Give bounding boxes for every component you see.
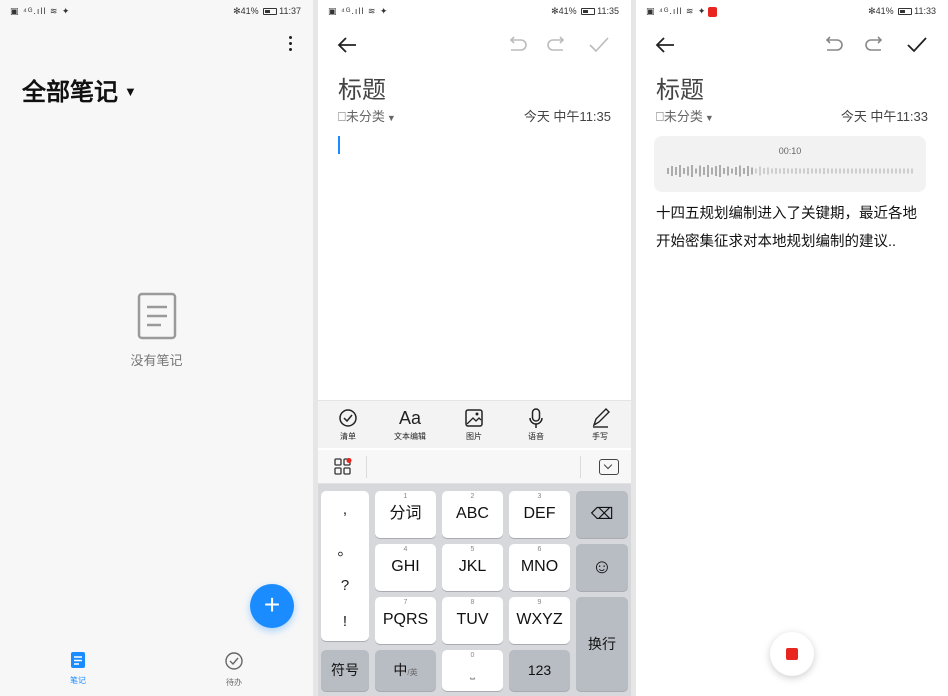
enter-key[interactable]: 换行: [576, 597, 628, 691]
stop-recording-button[interactable]: [770, 632, 814, 676]
note-editor-keyboard-screen: ▣ ⁴ᴳ.ıll ≋ ✦ ✻41% 11:35 标题 ⎕未分类 ▼ 今天 中午11…: [318, 0, 631, 696]
key-1[interactable]: 1 分词: [375, 491, 436, 538]
key-5[interactable]: 5 JKL: [442, 544, 503, 591]
status-bar: ▣ ⁴ᴳ.ıll ≋ ✦ ✻41% 11:35: [318, 0, 631, 24]
tab-todo[interactable]: 待办: [204, 652, 264, 688]
bookmark-icon: ⎕: [338, 109, 346, 124]
punctuation-column[interactable]: , 。 ? !: [321, 491, 369, 641]
notes-list-screen: ▣ ⁴ᴳ.ıll ≋ ✦ ✻41% 11:37 全部笔记 ▼ 没有笔记 + 笔记 …: [0, 0, 313, 696]
divider: [366, 456, 367, 478]
category-selector[interactable]: ⎕未分类 ▼: [656, 106, 714, 125]
redo-icon[interactable]: [546, 36, 568, 54]
backspace-icon: ⌫: [590, 506, 614, 523]
voice-recording-card[interactable]: 00:10: [654, 136, 926, 192]
key-3[interactable]: 3 DEF: [509, 491, 570, 538]
note-voice-recording-screen: ▣ ⁴ᴳ.ıll ≋ ✦ ✻41% 11:33 标题 ⎕未分类 ▼ 今天 中午11…: [636, 0, 948, 696]
status-left-icons: ▣ ⁴ᴳ.ıll ≋ ✦: [328, 6, 389, 16]
key-6[interactable]: 6 MNO: [509, 544, 570, 591]
key-2[interactable]: 2 ABC: [442, 491, 503, 538]
format-checklist[interactable]: 清单: [320, 407, 376, 442]
page-title: 全部笔记: [22, 79, 118, 106]
dropdown-caret-icon: ▼: [386, 113, 396, 123]
bookmark-icon: ⎕: [656, 109, 664, 124]
undo-icon[interactable]: [506, 36, 528, 54]
waveform: [667, 165, 913, 177]
punct-exclaim[interactable]: !: [321, 613, 369, 630]
format-voice[interactable]: 语音: [508, 407, 564, 442]
undo-icon[interactable]: [822, 36, 844, 54]
emoji-key[interactable]: ☺: [576, 544, 628, 591]
hide-keyboard-icon[interactable]: [599, 459, 619, 475]
category-selector[interactable]: ⎕未分类 ▼: [338, 106, 396, 125]
more-options-icon[interactable]: [287, 36, 293, 56]
empty-state-label: 没有笔记: [130, 353, 183, 368]
format-handwriting[interactable]: 手写: [572, 407, 628, 442]
note-title[interactable]: 标题: [656, 70, 704, 105]
image-icon: [465, 409, 483, 427]
format-text[interactable]: Aa 文本编辑: [382, 407, 438, 442]
punct-period[interactable]: 。: [321, 539, 369, 560]
back-arrow-icon[interactable]: [654, 34, 676, 56]
t9-keyboard: , 。 ? ! 1 分词 2 ABC 3 DEF ⌫ 4 GHI 5 JKL 6 MNO ☺…: [318, 484, 631, 696]
format-toolbar: 清单 Aa 文本编辑 图片 语音 手写: [318, 400, 631, 448]
microphone-icon: [529, 408, 543, 428]
backspace-key[interactable]: ⌫: [576, 491, 628, 538]
space-key[interactable]: 0 ⎵: [442, 650, 503, 691]
note-date: 今天 中午11:35: [523, 109, 611, 124]
status-right: ✻41% 11:33: [868, 6, 936, 16]
status-bar: ▣ ⁴ᴳ.ıll ≋ ✦ ✻41% 11:33: [636, 0, 948, 24]
text-cursor[interactable]: [338, 136, 340, 154]
recording-badge-icon: [708, 6, 718, 17]
language-switch-key[interactable]: 中/英: [375, 650, 436, 691]
add-note-button[interactable]: +: [250, 584, 294, 628]
status-right: ✻41% 11:37: [233, 6, 301, 16]
status-time: 11:33: [914, 6, 936, 16]
status-time: 11:35: [597, 6, 619, 16]
confirm-check-icon[interactable]: [906, 36, 928, 54]
status-bar: ▣ ⁴ᴳ.ıll ≋ ✦ ✻41% 11:37: [0, 0, 313, 24]
battery-icon: [263, 8, 278, 16]
space-bar-icon: ⎵: [470, 666, 475, 680]
status-right: ✻41% 11:35: [551, 6, 619, 16]
back-arrow-icon[interactable]: [336, 34, 358, 56]
key-9[interactable]: 9 WXYZ: [509, 597, 570, 644]
battery-icon: [581, 8, 596, 16]
status-left-icons: ▣ ⁴ᴳ.ıll ≋ ✦: [10, 6, 71, 16]
emoji-icon: ☺: [591, 556, 613, 578]
category-label: 未分类: [345, 109, 385, 124]
status-time: 11:37: [279, 6, 301, 16]
battery-icon: [898, 8, 913, 16]
divider: [580, 456, 581, 478]
key-8[interactable]: 8 TUV: [442, 597, 503, 644]
empty-note-icon: [137, 292, 177, 340]
notes-icon: [71, 652, 85, 668]
punct-question[interactable]: ?: [321, 577, 369, 594]
dropdown-caret-icon: ▼: [124, 84, 137, 99]
key-4[interactable]: 4 GHI: [375, 544, 436, 591]
keyboard-menu-grid-icon[interactable]: [334, 458, 352, 476]
tab-todo-label: 待办: [226, 678, 242, 687]
dropdown-caret-icon: ▼: [704, 113, 714, 123]
numbers-key[interactable]: 123: [509, 650, 570, 691]
confirm-check-icon[interactable]: [588, 36, 610, 54]
checklist-icon: [339, 409, 357, 427]
status-left-icons: ▣ ⁴ᴳ.ıll ≋ ✦: [646, 6, 718, 17]
pen-icon: [592, 408, 610, 428]
tab-notes[interactable]: 笔记: [48, 652, 108, 686]
text-format-icon: Aa: [398, 408, 422, 428]
folder-selector[interactable]: 全部笔记 ▼: [22, 72, 137, 107]
punct-comma[interactable]: ,: [321, 501, 369, 518]
check-circle-icon: [225, 652, 243, 670]
keyboard-toolbar: [318, 450, 631, 484]
key-7[interactable]: 7 PQRS: [375, 597, 436, 644]
category-label: 未分类: [663, 109, 703, 124]
note-title[interactable]: 标题: [338, 70, 386, 105]
redo-icon[interactable]: [864, 36, 886, 54]
symbols-key[interactable]: 符号: [321, 650, 369, 691]
note-date: 今天 中午11:33: [840, 109, 928, 124]
format-image[interactable]: 图片: [446, 407, 502, 442]
tab-notes-label: 笔记: [70, 676, 86, 685]
recording-duration: 00:10: [778, 146, 802, 156]
note-body[interactable]: 十四五规划编制进入了关键期，最近各地开始密集征求对本地规划编制的建议..: [656, 200, 928, 256]
